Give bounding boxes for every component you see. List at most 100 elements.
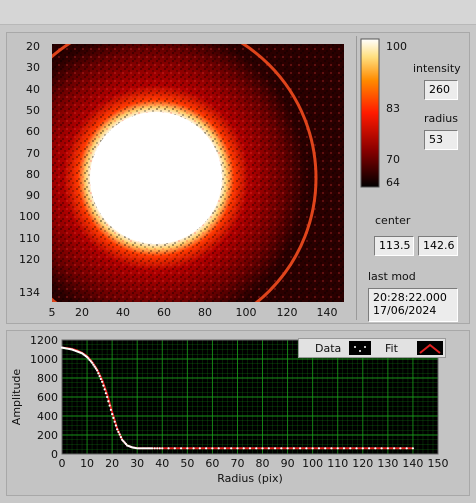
data-point xyxy=(156,447,159,450)
x-tick-label: 130 xyxy=(377,457,398,470)
data-point xyxy=(248,447,252,450)
x-tick-label: 60 xyxy=(205,457,219,470)
data-point xyxy=(101,380,104,383)
y-tick-label: 0 xyxy=(51,448,58,461)
data-point xyxy=(324,447,327,450)
image-x-axis: 5 20 40 60 80 100 120 140 xyxy=(49,306,352,322)
x-tick-label: 110 xyxy=(327,457,348,470)
last-mod-date: 17/06/2024 xyxy=(373,304,437,317)
image-x-tick: 120 xyxy=(276,306,298,319)
x-tick-label: 80 xyxy=(256,457,270,470)
image-x-tick: 60 xyxy=(157,306,171,319)
intensity-indicator: 260 xyxy=(424,80,458,100)
data-point xyxy=(161,447,164,450)
data-point xyxy=(103,388,106,391)
image-y-tick: 120 xyxy=(19,253,40,266)
data-point xyxy=(92,363,95,366)
data-point xyxy=(113,420,116,423)
data-point xyxy=(106,395,109,399)
legend-fit-label: Fit xyxy=(385,342,398,355)
x-tick-label: 50 xyxy=(180,457,194,470)
image-x-tick: 5 xyxy=(48,306,56,319)
image-y-tick: 134 xyxy=(19,286,40,299)
y-tick-label: 800 xyxy=(37,372,58,385)
intensity-label: intensity xyxy=(413,62,461,75)
colorbar xyxy=(360,38,380,188)
y-axis-label: Amplitude xyxy=(10,369,23,426)
image-y-tick: 100 xyxy=(19,210,40,223)
data-point xyxy=(95,369,99,372)
radius-label: radius xyxy=(424,112,459,125)
data-point xyxy=(102,384,105,387)
data-point xyxy=(109,408,112,411)
data-point xyxy=(336,447,339,450)
legend-fit-swatch xyxy=(417,341,443,355)
data-point xyxy=(90,361,94,364)
image-y-tick: 20 xyxy=(26,40,40,53)
data-point xyxy=(198,447,201,450)
data-point xyxy=(299,447,302,450)
data-point xyxy=(380,447,383,450)
data-point xyxy=(167,447,170,450)
intensity-image[interactable] xyxy=(52,44,344,302)
image-y-tick: 30 xyxy=(26,61,40,74)
data-point xyxy=(305,447,308,450)
y-tick-label: 1200 xyxy=(30,334,58,347)
data-point xyxy=(355,447,358,450)
colorbar-tick: 83 xyxy=(386,102,400,115)
data-point xyxy=(349,447,352,450)
center-x-indicator: 113.5 xyxy=(374,236,414,256)
data-point xyxy=(280,447,283,450)
data-point xyxy=(97,372,100,375)
data-point xyxy=(399,447,402,450)
image-x-tick: 20 xyxy=(75,306,89,319)
image-y-tick: 70 xyxy=(26,147,40,160)
data-point xyxy=(117,430,120,434)
colorbar-tick: 64 xyxy=(386,176,400,189)
x-tick-label: 0 xyxy=(59,457,66,470)
x-axis-label: Radius (pix) xyxy=(217,472,283,485)
y-tick-label: 1000 xyxy=(30,353,58,366)
panel-divider xyxy=(356,36,357,320)
data-point xyxy=(104,392,107,395)
image-y-axis: 20 30 40 50 60 70 80 90 100 110 120 134 xyxy=(0,40,52,302)
legend-data-label: Data xyxy=(315,342,342,355)
x-tick-label: 30 xyxy=(130,457,144,470)
data-point xyxy=(230,447,233,450)
data-point xyxy=(151,447,154,450)
x-tick-label: 100 xyxy=(302,457,323,470)
y-tick-label: 600 xyxy=(37,391,58,404)
data-point xyxy=(286,447,289,450)
data-point xyxy=(292,447,295,450)
data-point xyxy=(111,413,114,416)
x-tick-label: 10 xyxy=(80,457,94,470)
image-x-tick: 140 xyxy=(316,306,338,319)
data-point xyxy=(158,447,161,450)
data-point xyxy=(217,447,220,450)
data-point xyxy=(114,424,117,427)
data-point xyxy=(153,447,156,450)
data-point xyxy=(393,447,396,450)
image-y-tick: 80 xyxy=(26,168,40,181)
data-point xyxy=(255,447,258,450)
data-point xyxy=(108,404,111,407)
data-point xyxy=(116,428,119,431)
data-point xyxy=(98,375,101,378)
data-point xyxy=(118,433,121,436)
data-point xyxy=(267,447,270,450)
x-tick-label: 70 xyxy=(230,457,244,470)
saturated-disk xyxy=(90,112,222,244)
image-y-tick: 40 xyxy=(26,83,40,96)
image-y-tick: 110 xyxy=(19,232,40,245)
image-y-tick: 60 xyxy=(26,125,40,138)
center-y-indicator: 142.6 xyxy=(418,236,458,256)
data-point xyxy=(93,365,96,368)
data-point xyxy=(119,436,123,439)
data-point xyxy=(311,447,314,450)
data-point xyxy=(192,447,195,450)
data-point xyxy=(242,447,245,450)
data-point xyxy=(94,367,97,370)
data-point xyxy=(205,447,208,450)
x-tick-label: 120 xyxy=(352,457,373,470)
data-point xyxy=(99,377,102,381)
